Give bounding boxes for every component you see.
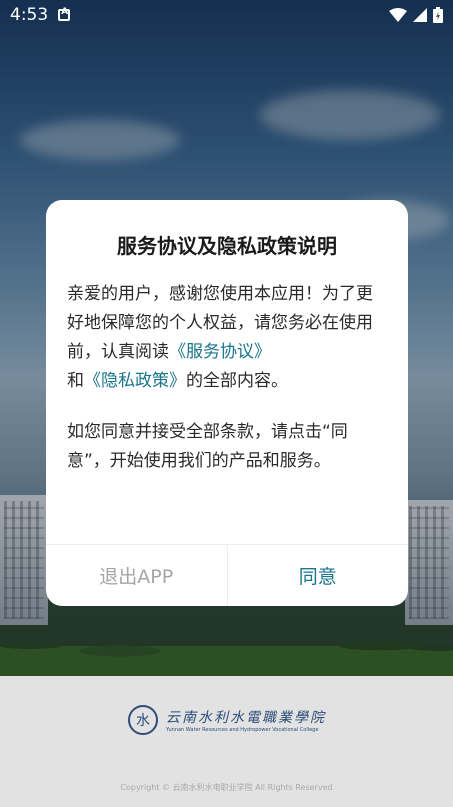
agree-button[interactable]: 同意 bbox=[228, 545, 409, 606]
privacy-dialog: 服务协议及隐私政策说明 亲爱的用户，感谢您使用本应用！为了更好地保障您的个人权益… bbox=[46, 200, 408, 606]
dialog-paragraph-1: 亲爱的用户，感谢您使用本应用！为了更好地保障您的个人权益，请您务必在使用前，认真… bbox=[67, 284, 373, 391]
dialog-button-row: 退出APP 同意 bbox=[46, 544, 408, 606]
footer-area: 水 云南水利水電職業學院 Yunnan Water Resources and … bbox=[0, 676, 453, 807]
signal-icon bbox=[413, 8, 427, 22]
service-agreement-link[interactable]: 《服务协议》 bbox=[169, 342, 271, 362]
logo-en-text: Yunnan Water Resources and Hydropower Vo… bbox=[166, 727, 319, 733]
notification-a-icon bbox=[58, 7, 71, 21]
copyright-text: Copyright © 云南水利水电职业学院 All Rights Reserv… bbox=[120, 783, 333, 792]
wifi-icon bbox=[389, 8, 407, 22]
college-logo: 水 云南水利水電職業學院 Yunnan Water Resources and … bbox=[128, 705, 326, 735]
privacy-policy-link[interactable]: 《隐私政策》 bbox=[84, 371, 186, 391]
dialog-title: 服务协议及隐私政策说明 bbox=[117, 234, 337, 258]
logo-cn-text: 云南水利水電職業學院 bbox=[166, 710, 326, 726]
battery-icon bbox=[433, 7, 443, 23]
dialog-paragraph-2: 如您同意并接受全部条款，请点击“同意”，开始使用我们的产品和服务。 bbox=[67, 422, 348, 471]
status-time: 4:53 bbox=[10, 5, 49, 25]
exit-app-button[interactable]: 退出APP bbox=[46, 545, 228, 606]
status-bar: 4:53 bbox=[0, 0, 453, 30]
college-seal-icon: 水 bbox=[128, 705, 158, 735]
dialog-body: 亲爱的用户，感谢您使用本应用！为了更好地保障您的个人权益，请您务必在使用前，认真… bbox=[67, 280, 387, 476]
